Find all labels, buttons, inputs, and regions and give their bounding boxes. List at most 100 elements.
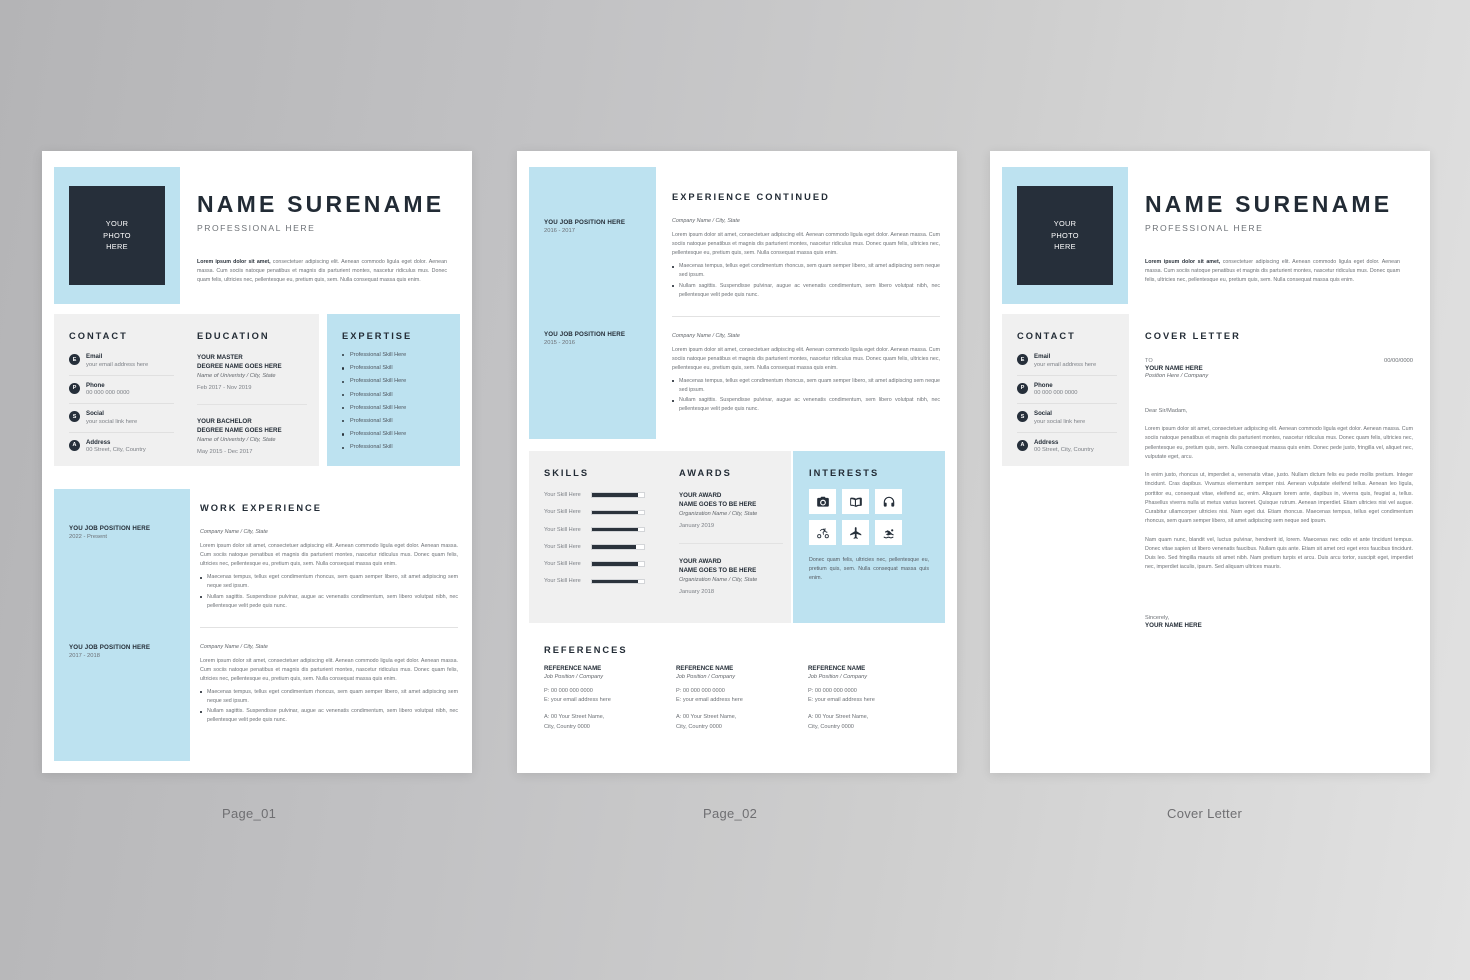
- reference-email: E: your email address here: [544, 697, 611, 704]
- expertise-item: Professional Skill: [342, 392, 450, 398]
- references-grid: REFERENCE NAME Job Position / Company P:…: [544, 665, 944, 733]
- page-caption-3: Cover Letter: [1167, 806, 1243, 821]
- job-bullet-list: Maecenas tempus, tellus eget condimentum…: [200, 688, 458, 725]
- contact-item-address[interactable]: A Address 00 Street, City, Country: [69, 439, 174, 461]
- cover-letter-page[interactable]: YOUR PHOTO HERE NAME SURENAME PROFESSION…: [990, 151, 1430, 773]
- skill-label: Your Skill Here: [544, 543, 581, 550]
- skills-list: Your Skill Here Your Skill Here Your Ski…: [544, 492, 654, 584]
- expertise-title: EXPERTISE: [342, 331, 413, 341]
- camera-icon[interactable]: [809, 489, 836, 514]
- photo-line-3: HERE: [106, 242, 128, 252]
- skill-bar-fill: [592, 510, 638, 515]
- page-title: NAME SURENAME: [1145, 191, 1393, 217]
- airplane-icon[interactable]: [842, 520, 869, 545]
- job-bullet: Nullam sagittis. Suspendisse pulvinar, a…: [672, 396, 940, 414]
- job-position-label: YOU JOB POSITION HERE: [544, 331, 626, 338]
- photo-placeholder[interactable]: YOUR PHOTO HERE: [1017, 186, 1113, 285]
- job-bullet: Nullam sagittis. Suspendisse pulvinar, a…: [672, 282, 940, 300]
- job-company: Company Name / City, State: [200, 643, 268, 650]
- contact-label-email: Email: [1034, 353, 1051, 360]
- job-bullet-list: Maecenas tempus, tellus eget condimentum…: [200, 573, 458, 610]
- expertise-item: Professional Skill Here: [342, 405, 450, 411]
- job-bullet: Maecenas tempus, tellus eget condimentum…: [672, 262, 940, 280]
- cover-contact-panel: CONTACT E Email your email address here …: [1002, 314, 1129, 466]
- photo-placeholder-frame[interactable]: YOUR PHOTO HERE: [54, 167, 180, 304]
- job-position-label: YOU JOB POSITION HERE: [69, 525, 151, 532]
- reference-address-line2: City, Country 0000: [808, 723, 854, 730]
- bicycle-icon[interactable]: [809, 520, 836, 545]
- awards-divider: [679, 542, 783, 544]
- profile-summary-lead: Lorem ipsum dolor sit amet,: [197, 259, 271, 265]
- contact-section: CONTACT E Email your email address here …: [69, 331, 174, 466]
- education-divider: [197, 403, 307, 405]
- education-section: EDUCATION YOUR MASTER DEGREE NAME GOES H…: [197, 331, 307, 455]
- swimming-icon[interactable]: [875, 520, 902, 545]
- job-tag-1: YOU JOB POSITION HERE 2022 - Present: [69, 525, 184, 540]
- screenshot-stage: YOUR PHOTO HERE NAME SURENAME PROFESSION…: [0, 0, 1470, 980]
- photo-placeholder[interactable]: YOUR PHOTO HERE: [69, 186, 165, 285]
- skill-row: Your Skill Here: [544, 544, 654, 550]
- experience-entry-1: Company Name / City, State Lorem ipsum d…: [672, 218, 940, 300]
- contact-item-social[interactable]: S Social your social link here: [69, 410, 174, 433]
- contact-value-phone: 00 000 000 0000: [1034, 390, 1078, 396]
- award-name-line1: YOUR AWARD: [679, 557, 722, 565]
- reference-email: E: your email address here: [808, 697, 875, 704]
- education-degree-line1: YOUR BACHELOR: [197, 417, 252, 425]
- job-tag-4: YOU JOB POSITION HERE 2015 - 2016: [544, 331, 654, 346]
- skill-bar-fill: [592, 562, 638, 566]
- profile-summary: Lorem ipsum dolor sit amet, consectetuer…: [1145, 258, 1400, 285]
- contact-label-email: Email: [86, 353, 103, 360]
- job-bullet: Maecenas tempus, tellus eget condimentum…: [200, 688, 458, 706]
- job-description: Lorem ipsum dolor sit amet, consectetuer…: [200, 657, 458, 682]
- reference-name: REFERENCE NAME: [544, 665, 602, 672]
- book-icon[interactable]: [842, 489, 869, 514]
- cover-letter-paragraph-1: Lorem ipsum dolor sit amet, consectetuer…: [1145, 426, 1413, 460]
- photo-line-1: YOUR: [105, 219, 129, 229]
- expertise-item: Professional Skill: [342, 418, 450, 424]
- phone-icon-glyph: P: [1020, 385, 1025, 391]
- professional-subtitle: PROFESSIONAL HERE: [1145, 223, 1264, 233]
- contact-item-address[interactable]: A Address 00 Street, City, Country: [1017, 439, 1117, 461]
- contact-item-social[interactable]: S Social your social link here: [1017, 410, 1117, 433]
- address-icon: A: [1017, 439, 1028, 451]
- reference-address-line2: City, Country 0000: [676, 723, 722, 730]
- skill-bar: [591, 526, 645, 533]
- reference-name: REFERENCE NAME: [676, 665, 734, 672]
- cover-letter-signature-name: YOUR NAME HERE: [1145, 622, 1202, 630]
- contact-item-email[interactable]: E Email your email address here: [1017, 353, 1117, 376]
- envelope-icon: E: [1017, 354, 1028, 365]
- resume-page-1[interactable]: YOUR PHOTO HERE NAME SURENAME PROFESSION…: [42, 151, 472, 773]
- envelope-icon-glyph: E: [1020, 356, 1025, 363]
- photo-line-2: PHOTO: [103, 230, 131, 240]
- cover-letter-recipient-name: YOUR NAME HERE: [1145, 365, 1203, 372]
- contact-item-phone[interactable]: P Phone 00 000 000 0000: [1017, 382, 1117, 404]
- expertise-list: Professional Skill Here Professional Ski…: [342, 352, 450, 450]
- reference-address-line2: City, Country 0000: [544, 723, 590, 730]
- job-date-label: 2015 - 2016: [544, 340, 575, 346]
- contact-value-email: your email address here: [1034, 361, 1097, 368]
- education-date: May 2015 - Dec 2017: [197, 448, 253, 455]
- skill-label: Your Skill Here: [544, 492, 581, 498]
- reference-item: REFERENCE NAME Job Position / Company P:…: [808, 665, 918, 733]
- awards-title: AWARDS: [679, 468, 732, 478]
- cover-letter-signature: Sincerely, YOUR NAME HERE: [1145, 615, 1413, 630]
- references-title: REFERENCES: [544, 645, 628, 655]
- job-company: Company Name / City, State: [200, 529, 268, 535]
- resume-page-2[interactable]: YOU JOB POSITION HERE 2016 - 2017 YOU JO…: [517, 151, 957, 773]
- contact-item-phone[interactable]: P Phone 00 000 000 0000: [69, 382, 174, 404]
- reference-name: REFERENCE NAME: [808, 665, 866, 672]
- cover-letter-paragraph-2: In enim justo, rhoncus ut, imperdiet a, …: [1145, 472, 1413, 525]
- professional-subtitle: PROFESSIONAL HERE: [197, 223, 316, 233]
- skill-bar-fill: [592, 545, 637, 549]
- experience-divider: [672, 315, 940, 317]
- skill-bar-fill: [592, 579, 638, 584]
- contact-item-email[interactable]: E Email your email address here: [69, 353, 174, 376]
- photo-placeholder-frame[interactable]: YOUR PHOTO HERE: [1002, 167, 1128, 304]
- contact-label-social: Social: [1034, 410, 1052, 417]
- contact-title: CONTACT: [1017, 331, 1076, 341]
- headphones-icon[interactable]: [875, 489, 902, 514]
- job-date-label: 2022 - Present: [69, 534, 108, 540]
- interests-icon-grid: [809, 489, 929, 545]
- job-tag-3: YOU JOB POSITION HERE 2016 - 2017: [544, 219, 654, 234]
- phone-icon: P: [69, 382, 80, 394]
